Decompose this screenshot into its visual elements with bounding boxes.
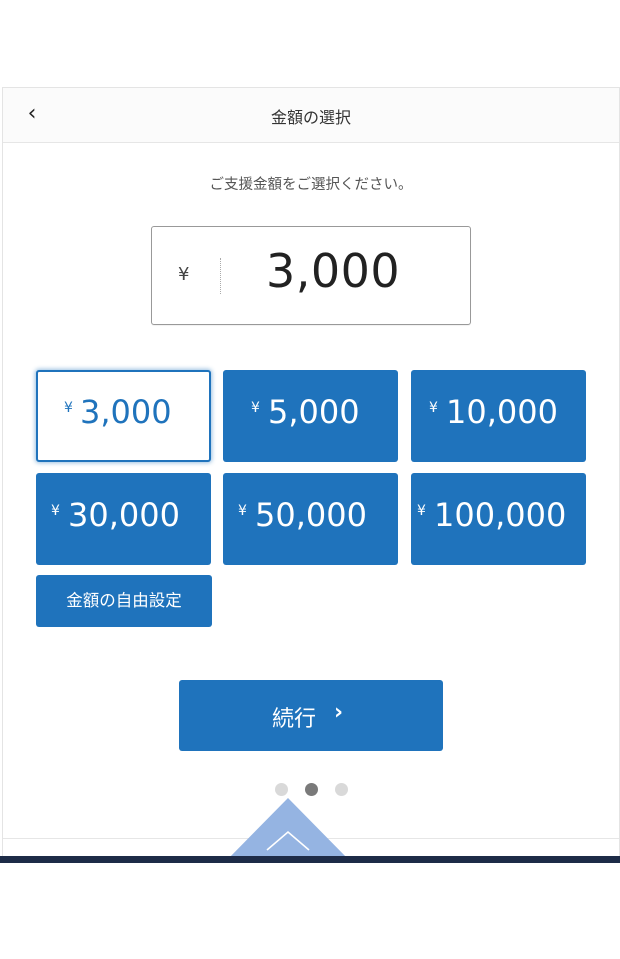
amount-option-50000[interactable]: ¥ 50,000	[223, 473, 398, 565]
amount-option-value: 100,000	[434, 496, 567, 534]
divider	[220, 258, 221, 294]
amount-option-value: 30,000	[68, 496, 180, 534]
chevron-up-icon	[266, 830, 310, 851]
pagination-dot-2	[305, 783, 318, 796]
amount-display: ¥ 3,000	[151, 226, 471, 325]
amount-option-30000[interactable]: ¥ 30,000	[36, 473, 211, 565]
pagination-dot-3	[335, 783, 348, 796]
amount-option-value: 3,000	[80, 393, 172, 431]
amount-option-value: 5,000	[268, 393, 360, 431]
pagination-dot-1	[275, 783, 288, 796]
currency-symbol: ¥	[251, 400, 260, 416]
page-title: 金額の選択	[270, 108, 351, 127]
chevron-right-icon: ›	[334, 700, 344, 725]
amount-option-100000[interactable]: ¥ 100,000	[411, 473, 586, 565]
continue-label: 続行	[272, 707, 317, 732]
amount-value: 3,000	[266, 244, 401, 298]
footer-bar	[0, 856, 620, 863]
amount-option-10000[interactable]: ¥ 10,000	[411, 370, 586, 462]
currency-symbol: ¥	[64, 400, 73, 416]
instruction-text: ご支援金額をご選択ください。	[209, 177, 413, 193]
continue-button[interactable]: 続行 ›	[179, 680, 443, 751]
currency-symbol: ¥	[417, 503, 426, 519]
currency-symbol: ¥	[51, 503, 60, 519]
header-bar: ‹ 金額の選択	[3, 88, 619, 143]
amount-option-value: 50,000	[255, 496, 367, 534]
currency-symbol: ¥	[429, 400, 438, 416]
currency-symbol: ¥	[238, 503, 247, 519]
amount-option-value: 10,000	[446, 393, 558, 431]
amount-selection-card: ‹ 金額の選択 ご支援金額をご選択ください。 ¥ 3,000 ¥ 3,000 ¥…	[2, 87, 620, 863]
amount-option-3000[interactable]: ¥ 3,000	[36, 370, 211, 462]
amount-option-5000[interactable]: ¥ 5,000	[223, 370, 398, 462]
currency-symbol: ¥	[178, 264, 190, 285]
free-amount-button[interactable]: 金額の自由設定	[36, 575, 212, 627]
